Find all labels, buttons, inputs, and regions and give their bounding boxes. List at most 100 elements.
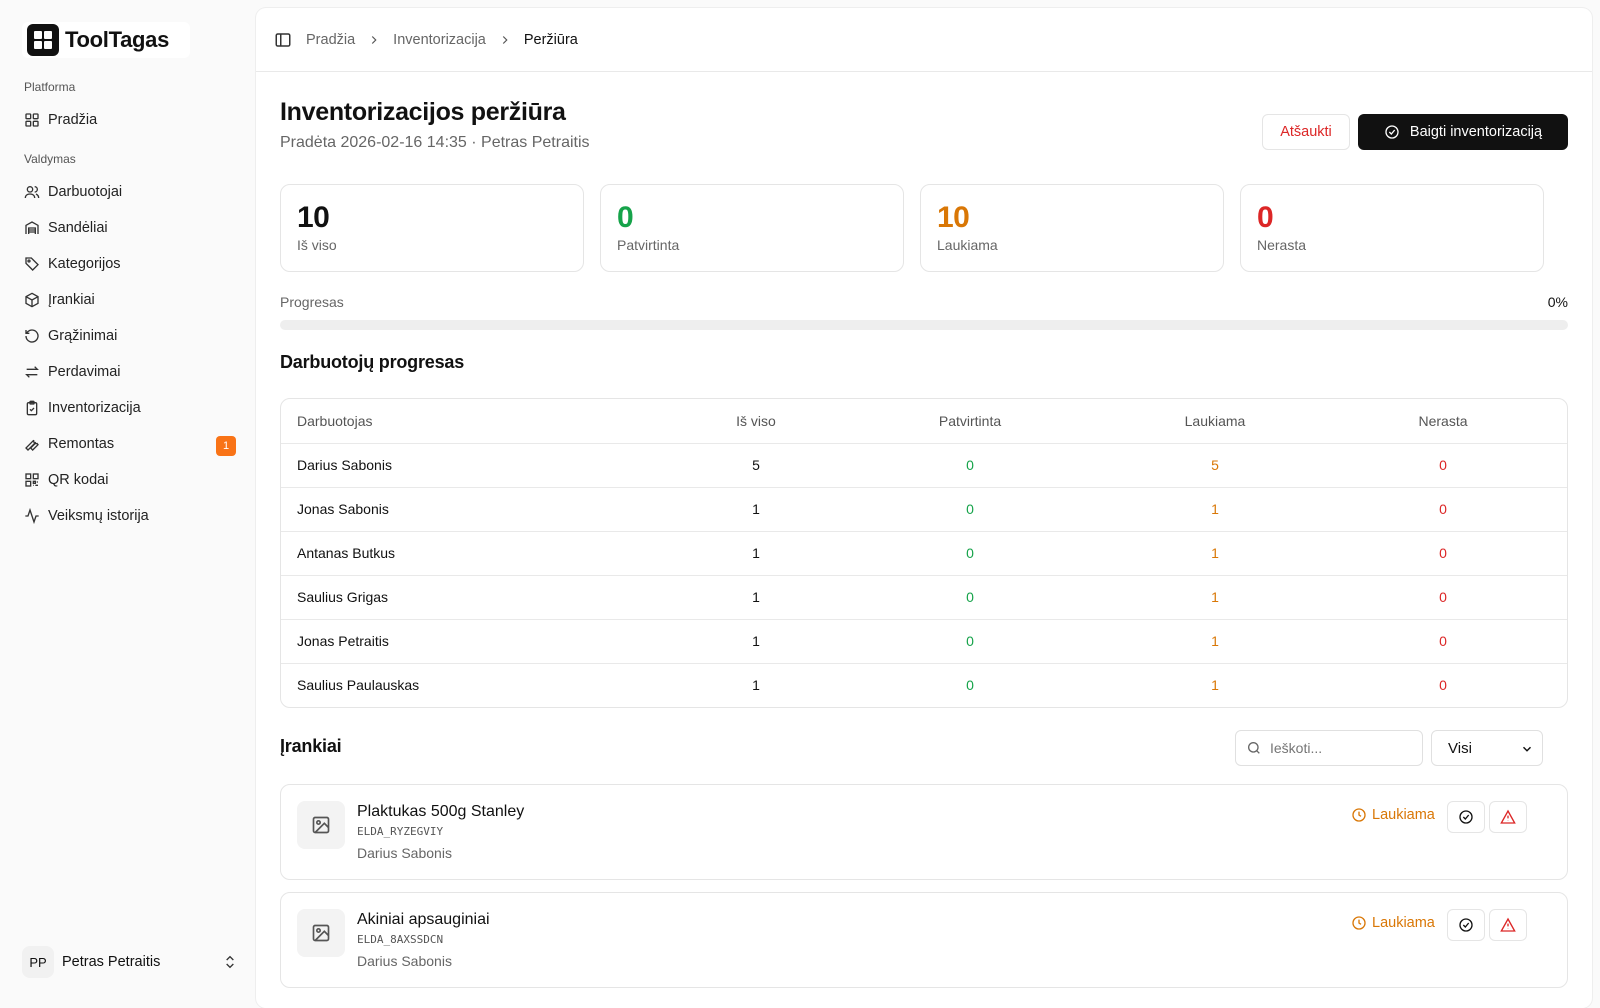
pending-count: 5 — [1111, 442, 1319, 487]
tool-search[interactable] — [1235, 730, 1423, 766]
sidebar-item-label: Sandėliai — [48, 220, 108, 236]
users-icon — [24, 184, 40, 200]
sidebar-toggle-icon[interactable] — [274, 31, 292, 49]
table-row: Saulius Grigas 1 0 1 0 — [281, 574, 1567, 619]
table-header-row: Darbuotojas Iš viso Patvirtinta Laukiama… — [281, 399, 1567, 443]
pending-count: 1 — [1111, 618, 1319, 663]
missing-count: 0 — [1319, 530, 1567, 575]
finish-inventory-button[interactable]: Baigti inventorizaciją — [1358, 114, 1568, 150]
warehouse-icon — [24, 220, 40, 236]
sidebar-item-label: Remontas — [48, 436, 115, 452]
image-icon — [312, 924, 330, 942]
sidebar-item-label: Veiksmų istorija — [48, 508, 149, 524]
sidebar-item-employees[interactable]: Darbuotojai — [16, 176, 238, 208]
sidebar-item-label: Perdavimai — [48, 364, 121, 380]
nav-group-management: Valdymas — [24, 152, 76, 166]
page-subtitle: Pradėta 2026-02-16 14:35 · Petras Petrai… — [280, 134, 590, 151]
confirmed-count: 0 — [829, 618, 1111, 663]
total-count: 1 — [683, 662, 829, 707]
table-row: Antanas Butkus 1 0 1 0 — [281, 530, 1567, 575]
breadcrumb-home[interactable]: Pradžia — [306, 32, 355, 48]
sidebar-item-label: Grąžinimai — [48, 328, 118, 344]
stat-label: Nerasta — [1257, 237, 1307, 253]
check-circle-icon — [1459, 810, 1473, 824]
column-header-total: Iš viso — [736, 412, 776, 429]
stat-label: Patvirtinta — [617, 237, 680, 253]
rotate-ccw-icon — [24, 328, 40, 344]
sidebar-item-label: Įrankiai — [48, 292, 95, 308]
sidebar-item-label: Darbuotojai — [48, 184, 123, 200]
filter-selected-value: Visi — [1448, 739, 1472, 757]
user-name: Petras Petraitis — [62, 954, 161, 970]
tool-code: ELDA_8AXSSDCN — [357, 933, 444, 946]
stat-value: 0 — [1257, 201, 1274, 234]
sidebar-item-home[interactable]: Pradžia — [16, 104, 238, 136]
sidebar-item-repair[interactable]: Remontas 1 — [16, 428, 238, 460]
tool-card: Plaktukas 500g Stanley ELDA_RYZEGVIY Dar… — [280, 784, 1568, 880]
employee-name: Antanas Butkus — [281, 530, 683, 575]
sidebar-item-tools[interactable]: Įrankiai — [16, 284, 238, 316]
tool-owner: Darius Sabonis — [357, 953, 452, 969]
confirmed-count: 0 — [829, 486, 1111, 531]
confirmed-count: 0 — [829, 662, 1111, 707]
app-name: ToolTagas — [65, 27, 170, 52]
stat-card-total: 10 Iš viso — [280, 184, 584, 272]
total-count: 5 — [683, 442, 829, 487]
employee-name: Darius Sabonis — [281, 442, 683, 487]
tool-image-placeholder — [297, 801, 345, 849]
sidebar-item-activity-history[interactable]: Veiksmų istorija — [16, 500, 238, 532]
employee-name: Jonas Petraitis — [281, 618, 683, 663]
page-title: Inventorizacijos peržiūra — [280, 98, 566, 126]
image-icon — [312, 816, 330, 834]
column-header-confirmed: Patvirtinta — [938, 412, 1002, 429]
sidebar-item-label: Inventorizacija — [48, 400, 141, 416]
tool-code: ELDA_RYZEGVIY — [357, 825, 444, 838]
confirm-tool-button[interactable] — [1447, 801, 1485, 833]
sidebar-item-categories[interactable]: Kategorijos — [16, 248, 238, 280]
pending-count: 1 — [1111, 662, 1319, 707]
tool-image-placeholder — [297, 909, 345, 957]
transfer-icon — [24, 364, 40, 380]
tool-owner: Darius Sabonis — [357, 845, 452, 861]
column-header-employee: Darbuotojas — [297, 412, 373, 429]
progress-label: Progresas — [280, 294, 344, 310]
search-input[interactable] — [1270, 740, 1410, 756]
alert-triangle-icon — [1500, 917, 1516, 932]
user-menu[interactable]: PP Petras Petraitis — [22, 944, 238, 980]
sidebar-item-label: Pradžia — [48, 112, 98, 128]
sidebar-item-returns[interactable]: Grąžinimai — [16, 320, 238, 352]
employee-name: Saulius Paulauskas — [281, 662, 683, 707]
tool-name: Plaktukas 500g Stanley — [357, 803, 525, 820]
confirm-tool-button[interactable] — [1447, 909, 1485, 941]
app-logo[interactable]: ToolTagas — [22, 22, 190, 58]
status-filter-select[interactable]: Visi — [1431, 730, 1543, 766]
missing-count: 0 — [1319, 486, 1567, 531]
sidebar-item-inventory[interactable]: Inventorizacija — [16, 392, 238, 424]
chevron-down-icon — [1522, 746, 1532, 752]
clock-icon — [1352, 808, 1366, 822]
clock-icon — [1352, 916, 1366, 930]
breadcrumb-inventory[interactable]: Inventorizacija — [393, 32, 486, 48]
sidebar-item-warehouses[interactable]: Sandėliai — [16, 212, 238, 244]
cancel-button[interactable]: Atšaukti — [1262, 114, 1350, 150]
stat-value: 10 — [297, 201, 330, 234]
sidebar-item-qr-codes[interactable]: QR kodai — [16, 464, 238, 496]
clipboard-check-icon — [24, 400, 40, 416]
check-circle-icon — [1459, 918, 1473, 932]
topbar: Pradžia Inventorizacija Peržiūra — [256, 8, 1592, 72]
tools-section-title: Įrankiai — [280, 736, 342, 756]
total-count: 1 — [683, 530, 829, 575]
stat-value: 10 — [937, 201, 970, 234]
chevron-right-icon — [502, 35, 508, 44]
grid-icon — [24, 112, 40, 128]
missing-count: 0 — [1319, 618, 1567, 663]
sidebar-item-transfers[interactable]: Perdavimai — [16, 356, 238, 388]
table-row: Darius Sabonis 5 0 5 0 — [281, 442, 1567, 487]
report-missing-button[interactable] — [1489, 909, 1527, 941]
check-circle-icon — [1385, 125, 1399, 139]
sidebar: ToolTagas Platforma Pradžia Valdymas Dar… — [0, 0, 256, 1000]
status-badge: Laukiama — [1351, 807, 1435, 823]
column-header-missing: Nerasta — [1418, 412, 1468, 429]
report-missing-button[interactable] — [1489, 801, 1527, 833]
stat-card-pending: 10 Laukiama — [920, 184, 1224, 272]
